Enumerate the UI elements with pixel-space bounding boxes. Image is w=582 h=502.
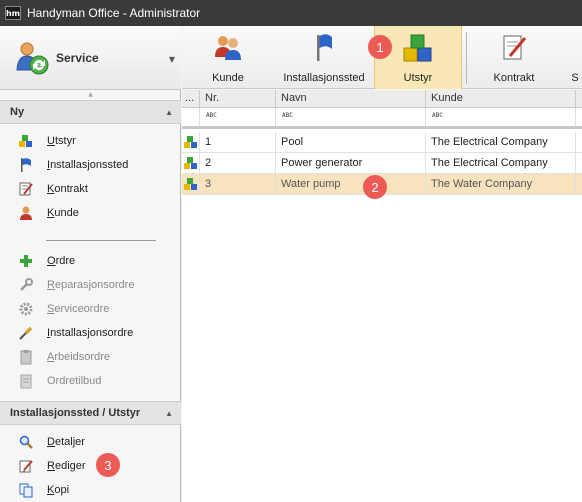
column-header-filler bbox=[576, 90, 582, 108]
nav-divider bbox=[46, 240, 156, 241]
ribbon-label: S bbox=[571, 72, 579, 84]
section-title: Ny bbox=[10, 106, 25, 118]
cell-navn: Power generator bbox=[276, 153, 426, 173]
nav-details[interactable]: Detaljer bbox=[18, 433, 85, 451]
customer-icon bbox=[18, 205, 34, 221]
cell-kunde: The Electrical Company bbox=[426, 132, 576, 152]
collapse-icon[interactable]: ▲ bbox=[165, 409, 173, 418]
module-dropdown-icon[interactable]: ▼ bbox=[169, 55, 175, 64]
cell-nr: 2 bbox=[200, 153, 276, 173]
ribbon-customer-button[interactable]: Kunde bbox=[182, 26, 274, 89]
service-users-icon bbox=[16, 42, 49, 74]
nav-new-equipment[interactable]: Utstyr bbox=[18, 132, 76, 150]
ribbon-label: Kunde bbox=[212, 72, 244, 84]
nav-new-repair-order[interactable]: Reparasjonsordre bbox=[18, 276, 134, 294]
equipment-cubes-icon bbox=[184, 178, 197, 190]
nav-copy[interactable]: Kopi bbox=[18, 481, 69, 499]
nav-new-installation-order[interactable]: Installasjonsordre bbox=[18, 324, 133, 342]
contract-icon bbox=[18, 181, 34, 197]
nav-new-order[interactable]: Ordre bbox=[18, 252, 75, 270]
column-header-kunde[interactable]: Kunde bbox=[426, 90, 576, 108]
cell-navn: Pool bbox=[276, 132, 426, 152]
ribbon-label: Kontrakt bbox=[493, 72, 535, 84]
nav-new-service-order[interactable]: Serviceordre bbox=[18, 300, 109, 318]
section-header-installation-equipment[interactable]: Installasjonssted / Utstyr ▲ bbox=[0, 401, 181, 425]
contract-icon bbox=[503, 35, 527, 60]
cell-navn: Water pump bbox=[276, 174, 426, 194]
window-title: Handyman Office - Administrator bbox=[27, 6, 201, 20]
nav-new-customer[interactable]: Kunde bbox=[18, 204, 79, 222]
ribbon-contract-button[interactable]: Kontrakt bbox=[474, 26, 554, 89]
step-badge-3: 3 bbox=[96, 453, 120, 477]
equipment-cubes-icon bbox=[18, 133, 34, 149]
filter-navn[interactable]: ABC bbox=[276, 108, 426, 126]
equipment-cubes-icon bbox=[403, 34, 432, 62]
app-logo-icon: hm bbox=[5, 6, 21, 20]
section-title: Installasjonssted / Utstyr bbox=[10, 407, 141, 419]
ribbon-installation-site-button[interactable]: Installasjonssted bbox=[274, 26, 374, 89]
column-header-options[interactable]: ... bbox=[182, 90, 200, 108]
column-header-navn[interactable]: Navn bbox=[276, 90, 426, 108]
filter-text-icon: ABC bbox=[432, 112, 443, 119]
row-icon-cell bbox=[182, 132, 200, 152]
filter-nr[interactable]: ABC bbox=[200, 108, 276, 126]
cell-kunde: The Electrical Company bbox=[426, 153, 576, 173]
nav-new-contract[interactable]: Kontrakt bbox=[18, 180, 88, 198]
flag-icon bbox=[18, 157, 34, 173]
edit-icon bbox=[18, 458, 34, 474]
filter-cell bbox=[182, 108, 200, 126]
left-panel: Service ▼ ▲ Ny ▲ Utstyr Installasjonsste… bbox=[0, 26, 181, 502]
cell-kunde: The Water Company bbox=[426, 174, 576, 194]
nav-new-quote[interactable]: Ordretilbud bbox=[18, 372, 101, 390]
column-header-nr[interactable]: Nr. bbox=[200, 90, 276, 108]
nav-new-installation-site[interactable]: Installasjonssted bbox=[18, 156, 128, 174]
title-bar: hm Handyman Office - Administrator bbox=[0, 0, 582, 26]
equipment-grid: ... Nr. Navn Kunde ABC ABC ABC 1 Pool Th… bbox=[182, 90, 582, 502]
filter-kunde[interactable]: ABC bbox=[426, 108, 576, 126]
ribbon-service-button[interactable]: S bbox=[568, 26, 582, 89]
equipment-cubes-icon bbox=[184, 136, 197, 148]
cell-nr: 1 bbox=[200, 132, 276, 152]
equipment-cubes-icon bbox=[184, 157, 197, 169]
ribbon-equipment-button[interactable]: Utstyr bbox=[374, 26, 462, 89]
module-label: Service bbox=[56, 50, 99, 65]
wrench-icon bbox=[18, 277, 34, 293]
plus-icon bbox=[18, 253, 34, 269]
table-row[interactable]: 2 Power generator The Electrical Company bbox=[182, 153, 582, 174]
collapse-icon[interactable]: ▲ bbox=[165, 108, 173, 117]
magnifier-icon bbox=[18, 434, 34, 450]
step-badge-2: 2 bbox=[363, 175, 387, 199]
step-badge-1: 1 bbox=[368, 35, 392, 59]
filter-text-icon: ABC bbox=[206, 112, 217, 119]
flag-icon bbox=[317, 34, 332, 61]
table-row[interactable]: 1 Pool The Electrical Company bbox=[182, 132, 582, 153]
ribbon-label: Installasjonssted bbox=[283, 72, 365, 84]
scroll-up-icon[interactable]: ▲ bbox=[0, 90, 181, 100]
copy-icon bbox=[18, 482, 34, 498]
section-header-ny[interactable]: Ny ▲ bbox=[0, 100, 181, 124]
screwdriver-icon bbox=[18, 325, 34, 341]
document-icon bbox=[18, 373, 34, 389]
clipboard-icon bbox=[18, 349, 34, 365]
ribbon-toolbar: Kunde Installasjonssted Utstyr Kontrakt … bbox=[182, 26, 582, 89]
cell-nr: 3 bbox=[200, 174, 276, 194]
customers-icon bbox=[215, 36, 241, 60]
module-selector-button[interactable]: Service ▼ bbox=[0, 26, 181, 90]
row-icon-cell bbox=[182, 174, 200, 194]
filter-row: ABC ABC ABC bbox=[182, 108, 582, 129]
ribbon-label: Utstyr bbox=[403, 72, 433, 84]
row-icon-cell bbox=[182, 153, 200, 173]
nav-new-work-order[interactable]: Arbeidsordre bbox=[18, 348, 110, 366]
nav-edit[interactable]: Rediger bbox=[18, 457, 86, 475]
gear-icon bbox=[18, 301, 34, 317]
ribbon-separator bbox=[466, 32, 467, 84]
filter-text-icon: ABC bbox=[282, 112, 293, 119]
